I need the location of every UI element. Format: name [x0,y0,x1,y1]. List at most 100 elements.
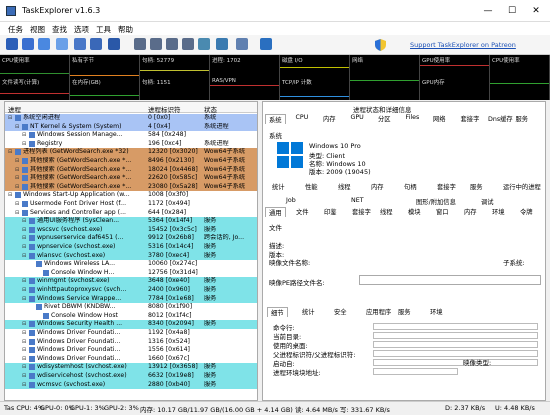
monitor-icon[interactable] [198,38,210,50]
expand-toggle-icon[interactable]: ⊟ [15,123,21,132]
process-detail-tab[interactable]: 套接字 [349,207,374,216]
table-row[interactable]: ⊟ 其他搜索 (GetWordSearch.exe *... 18024 [0x44… [5,165,257,175]
menu-options[interactable]: 选项 [74,24,89,35]
process-extra-tab[interactable]: NET [348,197,367,204]
process-extra-tab[interactable]: 调试 [478,197,497,206]
detail-field[interactable] [373,350,538,357]
expand-toggle-icon[interactable]: ⊟ [22,131,28,140]
expand-toggle-icon[interactable]: ⊟ [15,166,21,175]
table-row[interactable]: ⊟ Windows Driver Foundati... 1556 [0x614] [5,346,257,355]
process-tab[interactable]: 内存 [368,182,387,191]
expand-toggle-icon[interactable]: ⊟ [22,234,28,243]
system-tab[interactable]: Files [403,114,423,121]
search-icon[interactable] [236,38,248,50]
table-row[interactable]: ⊟ wscsvc (svchost.exe) 15452 [0x3c5c] 服务 [5,225,257,235]
list-view-icon[interactable] [90,38,102,50]
table-row[interactable]: ⊟ wlansvc (svchost.exe) 3780 [0xec4] 服务 [5,251,257,261]
expand-toggle-icon[interactable]: ⊟ [22,320,28,329]
expand-toggle-icon[interactable]: ⊟ [15,209,21,218]
expand-toggle-icon[interactable]: ⊟ [22,381,28,390]
table-row[interactable]: Windows Wireless LA... 10060 [0x274c] [5,260,257,269]
table-row[interactable]: Console Window Host 8012 [0x1f4c] [5,311,257,321]
general-tab[interactable]: 应用程序 [363,307,394,316]
system-tab[interactable]: GPU [348,114,367,121]
system-tab[interactable]: 服务 [513,114,532,123]
expand-toggle-icon[interactable]: ⊟ [15,174,21,183]
process-detail-tab[interactable]: 通用 [265,207,286,217]
expand-toggle-icon[interactable]: ⊟ [15,183,21,192]
table-row[interactable]: ⊟ 系统空闲进程 0 [0x0] 系统 [5,114,257,123]
column-header-name[interactable]: 进程 [8,104,21,114]
expand-toggle-icon[interactable]: ⊟ [8,148,14,157]
table-row[interactable]: ⊟ Windows Driver Foundati... 1192 [0x4a8] [5,329,257,338]
detail-field[interactable] [373,368,458,375]
table-row[interactable]: ⊟ Windows Start-Up Application (w... 1008 … [5,191,257,200]
menu-tools[interactable]: 工具 [96,24,111,35]
expand-toggle-icon[interactable]: ⊟ [22,355,28,364]
column-header-status[interactable]: 状态 [204,104,217,114]
table-row[interactable]: ⊟ wdisystemhost (svchost.exe) 13912 [0x365… [5,363,257,372]
process-detail-tab[interactable]: 环境 [489,207,508,216]
process-detail-tab[interactable]: 令牌 [517,207,536,216]
process-detail-tab[interactable]: 文件 [293,207,312,216]
expand-toggle-icon[interactable]: ⊟ [15,200,21,209]
process-detail-tab[interactable]: 内存 [461,207,480,216]
table-row[interactable]: ⊟ Services and Controller app (... 644 [0x… [5,208,257,218]
system-tab[interactable]: 套接字 [458,114,483,123]
window3-icon[interactable] [166,38,178,50]
general-tab[interactable]: 服务 [395,307,414,316]
table-row[interactable]: ⊟ wpnservice (svchost.exe) 5316 [0x14c4] 服务 [5,243,257,252]
panel-icon[interactable] [260,38,272,50]
table-row[interactable]: ⊟ NT Kernel & System (System) 4 [0x4] 系统进程 [5,122,257,132]
table-row[interactable]: ⊟ 其他搜索 (GetWordSearch.exe *... 22620 [0x58… [5,174,257,183]
menu-help[interactable]: 帮助 [118,24,133,35]
table-row[interactable]: ⊟ Windows Service Wrappe... 7784 [0x1e68] 服… [5,294,257,304]
table-row[interactable]: ⊟ Windows Driver Foundati... 1660 [0x67c] [5,354,257,364]
expand-toggle-icon[interactable]: ⊟ [22,243,28,252]
maximize-button[interactable]: ☐ [504,4,520,18]
menu-task[interactable]: 任务 [8,24,23,35]
process-tab[interactable]: 统计 [269,182,288,191]
table-row[interactable]: ⊟ winmgmt (svchost.exe) 3648 [0xe40] 服务 [5,277,257,286]
expand-toggle-icon[interactable]: ⊟ [22,217,28,226]
expand-toggle-icon[interactable]: ⊟ [22,329,28,338]
table-row[interactable]: ⊟ wcmsvc (svchost.exe) 2880 [0xb40] 服务 [5,380,257,390]
process-tab[interactable]: 运行中的进程 [500,182,544,191]
expand-toggle-icon[interactable]: ⊟ [22,346,28,355]
expand-toggle-icon[interactable]: ⊟ [22,286,28,295]
table-row[interactable]: ⊟ Usermode Font Driver Host (f... 1172 [0x… [5,200,257,209]
general-tab[interactable]: 环境 [427,307,446,316]
general-tab[interactable]: 统计 [299,307,318,316]
expand-toggle-icon[interactable]: ⊟ [22,252,28,261]
mapped-file-field[interactable] [359,275,541,285]
detail-field[interactable] [373,332,538,339]
patreon-link[interactable]: Support TaskExplorer on Patreon [410,41,516,49]
expand-toggle-icon[interactable]: ⊟ [8,191,14,200]
expand-toggle-icon[interactable]: ⊟ [22,140,28,149]
process-tab[interactable]: 套接字 [434,182,459,191]
expand-toggle-icon[interactable]: ⊟ [22,295,28,304]
detail-field[interactable] [373,341,538,348]
detail-field[interactable] [373,323,538,330]
filter-icon[interactable] [108,38,120,50]
table-row[interactable]: Console Window H... 12756 [0x31d4] [5,268,257,278]
table-row[interactable]: ⊟ Windows Driver Foundati... 1316 [0x524] [5,337,257,347]
process-extra-tab[interactable]: Job [283,197,299,204]
process-tab[interactable]: 性能 [302,182,321,191]
process-tab[interactable]: 句柄 [401,182,420,191]
table-row[interactable]: ⊟ Registry 196 [0xc4] 系统进程 [5,139,257,149]
system-tab[interactable]: 网络 [430,114,449,123]
column-header-pid[interactable]: 进程标识符 [148,104,181,114]
process-detail-tab[interactable]: 模块 [405,207,424,216]
expand-toggle-icon[interactable]: ⊟ [22,277,28,286]
table-row[interactable]: ⊟ wdiservicehost (svchost.exe) 6632 [0x19e… [5,372,257,381]
system-tab[interactable]: 分区 [375,114,394,123]
process-tab[interactable]: 服务 [467,182,486,191]
process-detail-tab[interactable]: 窗口 [433,207,452,216]
expand-toggle-icon[interactable]: ⊟ [15,157,21,166]
table-row[interactable]: ⊟ 通用UI服务程序 (SysClean... 5364 [0x14f4] 服务 [5,217,257,226]
window4-icon[interactable] [182,38,194,50]
process-detail-tab[interactable]: 线程 [377,207,396,216]
table-row[interactable]: ⊟ winhttpautoproxysvc (svch... 2400 [0x960… [5,286,257,295]
process-detail-tab[interactable]: 印鉴 [321,207,340,216]
